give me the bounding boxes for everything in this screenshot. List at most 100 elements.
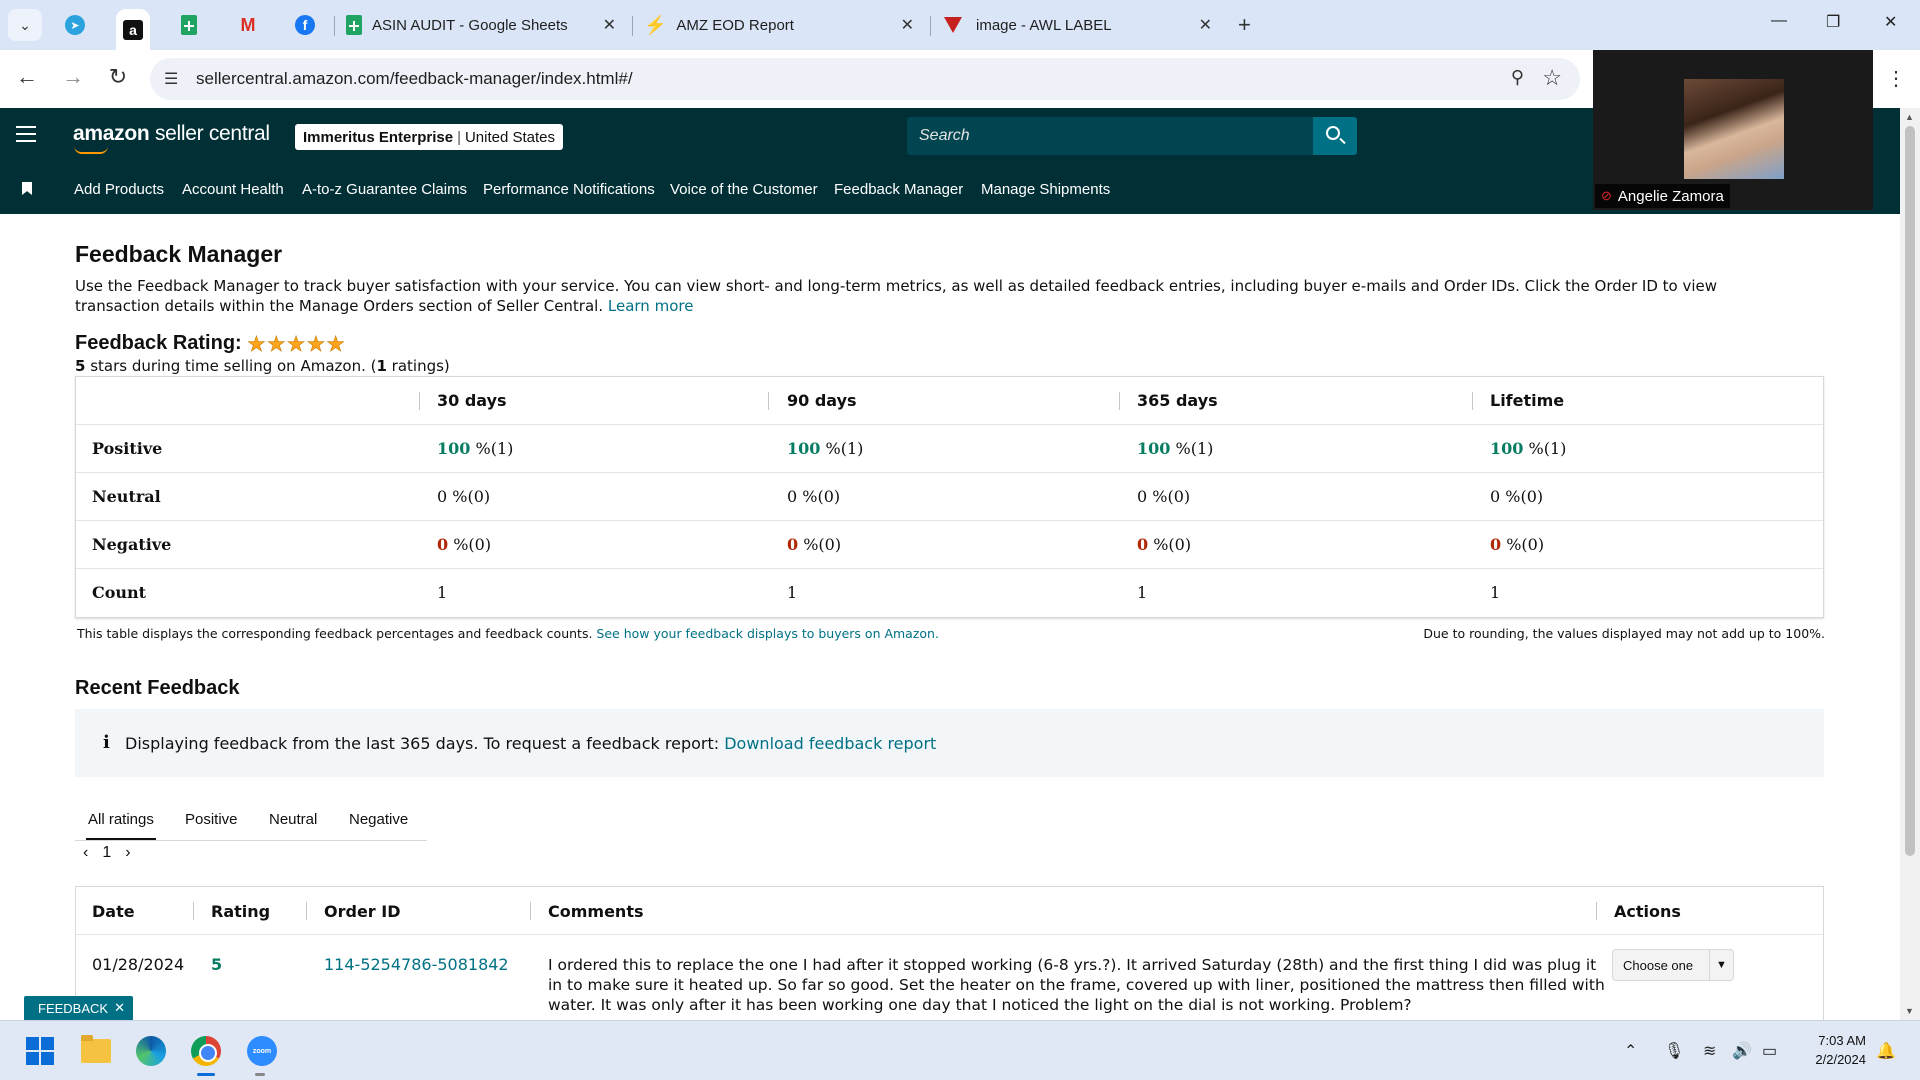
close-window-button[interactable]: ✕	[1884, 12, 1897, 32]
tab-all-ratings[interactable]: All ratings	[86, 811, 156, 840]
info-icon: i	[103, 732, 110, 753]
rating-count: 1	[376, 357, 387, 375]
tab-positive[interactable]: Positive	[185, 811, 238, 828]
pinned-tab-gmail[interactable]: M	[231, 9, 265, 41]
chevron-left-icon[interactable]: ‹	[83, 844, 88, 862]
battery-icon[interactable]: ▭	[1762, 1041, 1777, 1061]
scroll-down-arrow-icon[interactable]: ▼	[1905, 1006, 1914, 1016]
notification-bell-icon[interactable]: 🔔	[1876, 1041, 1896, 1061]
close-icon[interactable]: ✕	[901, 15, 914, 35]
search-button[interactable]	[1313, 117, 1357, 155]
feedback-header-row: Date Rating Order ID Comments Actions	[76, 887, 1823, 935]
current-page[interactable]: 1	[102, 844, 111, 862]
volume-icon[interactable]: 🔊	[1732, 1041, 1752, 1061]
pinned-tab-telegram[interactable]: ➤	[58, 9, 92, 41]
nav-feedback-manager[interactable]: Feedback Manager	[834, 181, 963, 198]
close-icon[interactable]: ✕	[114, 1000, 125, 1016]
metric-cell: 0 %(0)	[787, 535, 842, 554]
pinned-tab-facebook[interactable]: f	[288, 9, 322, 41]
hamburger-menu-icon[interactable]	[16, 126, 36, 142]
nav-voice-of-customer[interactable]: Voice of the Customer	[670, 181, 818, 198]
reload-button[interactable]: ↻	[103, 64, 133, 90]
tab-search-button[interactable]: ⌄	[8, 9, 42, 41]
browser-menu-icon[interactable]: ⋮	[1886, 66, 1906, 91]
close-icon[interactable]: ✕	[1199, 15, 1212, 35]
chevron-up-icon[interactable]: ⌃	[1624, 1041, 1637, 1061]
order-id-link[interactable]: 114-5254786-5081842	[324, 955, 509, 974]
system-clock[interactable]: 7:03 AM 2/2/2024	[1796, 1031, 1866, 1069]
restore-button[interactable]: ❐	[1826, 12, 1840, 32]
metric-cell: 1	[787, 583, 798, 602]
pinned-tab-sheets[interactable]	[172, 9, 206, 41]
search-input[interactable]: Search	[907, 117, 1313, 155]
nav-account-health[interactable]: Account Health	[182, 181, 284, 198]
col-order-id: Order ID	[324, 902, 401, 921]
metric-cell: 0 %(0)	[437, 487, 491, 506]
bookmark-star-icon[interactable]: ☆	[1542, 65, 1562, 91]
feedback-comment: I ordered this to replace the one I had …	[548, 956, 1605, 1014]
chevron-right-icon[interactable]: ›	[125, 844, 130, 862]
edge-button[interactable]	[133, 1033, 169, 1069]
page-scrollbar[interactable]: ▲ ▼	[1900, 108, 1920, 1020]
info-message: Displaying feedback from the last 365 da…	[125, 734, 720, 753]
tab-neutral[interactable]: Neutral	[269, 811, 317, 828]
start-button[interactable]	[22, 1033, 58, 1069]
col-365-days: 365 days	[1137, 391, 1218, 410]
scroll-thumb[interactable]	[1905, 126, 1915, 856]
url-text[interactable]: sellercentral.amazon.com/feedback-manage…	[196, 69, 633, 89]
participant-video	[1684, 79, 1784, 179]
rating-summary-text: stars during time selling on Amazon. (	[85, 357, 377, 375]
bookmark-icon[interactable]	[22, 182, 32, 195]
col-comments: Comments	[548, 902, 644, 921]
download-feedback-report-link[interactable]: Download feedback report	[724, 734, 936, 753]
file-explorer-button[interactable]	[78, 1033, 114, 1069]
google-sheets-icon	[181, 15, 197, 35]
forward-button[interactable]: →	[58, 64, 88, 90]
tab-amz-eod-report[interactable]: ⚡ AMZ EOD Report ✕	[644, 9, 920, 41]
back-button[interactable]: ←	[12, 64, 42, 90]
scroll-up-arrow-icon[interactable]: ▲	[1905, 112, 1914, 122]
metric-cell: 0 %(0)	[437, 535, 492, 554]
microphone-icon[interactable]: 🎙	[1664, 1041, 1684, 1061]
column-divider	[1119, 392, 1120, 410]
seller-central-logo[interactable]: amazon seller central	[73, 122, 270, 146]
participant-name-tag: ⊘ Angelie Zamora	[1595, 184, 1730, 208]
site-info-icon[interactable]: ☰	[164, 69, 178, 89]
pinned-tab-amazon[interactable]: a	[116, 9, 150, 50]
search-placeholder: Search	[919, 127, 970, 144]
nav-performance-notifications[interactable]: Performance Notifications	[483, 181, 655, 198]
star-rating-icon: ★★★★★	[247, 333, 347, 357]
rating-summary: 5 stars during time selling on Amazon. (…	[75, 357, 450, 375]
search-icon	[1326, 126, 1340, 140]
awl-label-icon	[944, 17, 962, 33]
chrome-icon	[191, 1036, 221, 1066]
tab-asin-audit[interactable]: ASIN AUDIT - Google Sheets ✕	[346, 9, 622, 41]
feedback-widget-button[interactable]: FEEDBACK ✕	[24, 996, 133, 1020]
amazon-smile-icon	[74, 146, 108, 154]
zoom-video-window[interactable]: ⊘ Angelie Zamora	[1593, 50, 1873, 210]
actions-dropdown[interactable]: Choose one ▼	[1612, 949, 1734, 981]
zoom-app-button[interactable]: zoom	[244, 1033, 280, 1069]
new-tab-button[interactable]: +	[1238, 12, 1251, 38]
rounding-note: Due to rounding, the values displayed ma…	[1423, 626, 1825, 641]
minimize-button[interactable]: —	[1771, 12, 1787, 30]
chrome-button[interactable]	[188, 1033, 224, 1069]
account-switcher[interactable]: Immeritus Enterprise | United States	[295, 124, 564, 150]
amazon-icon: a	[123, 19, 143, 40]
logo-amazon: amazon	[73, 122, 150, 145]
tab-awl-label[interactable]: image - AWL LABEL ✕	[944, 9, 1218, 41]
address-bar[interactable]: ☰ sellercentral.amazon.com/feedback-mana…	[150, 58, 1580, 100]
tab-negative[interactable]: Negative	[349, 811, 408, 828]
wifi-icon[interactable]: ≋	[1703, 1041, 1716, 1061]
learn-more-link[interactable]: Learn more	[608, 297, 694, 315]
nav-a-to-z-claims[interactable]: A-to-z Guarantee Claims	[302, 181, 467, 198]
feedback-rating-title: Feedback Rating:	[75, 332, 242, 354]
tab-title: AMZ EOD Report	[676, 16, 794, 34]
clock-date: 2/2/2024	[1815, 1052, 1866, 1067]
nav-add-products[interactable]: Add Products	[74, 181, 164, 198]
account-divider: |	[457, 128, 461, 146]
feedback-display-link[interactable]: See how your feedback displays to buyers…	[596, 626, 939, 641]
zoom-icon[interactable]: ⚲	[1511, 67, 1524, 88]
nav-manage-shipments[interactable]: Manage Shipments	[981, 181, 1110, 198]
close-icon[interactable]: ✕	[603, 15, 616, 35]
